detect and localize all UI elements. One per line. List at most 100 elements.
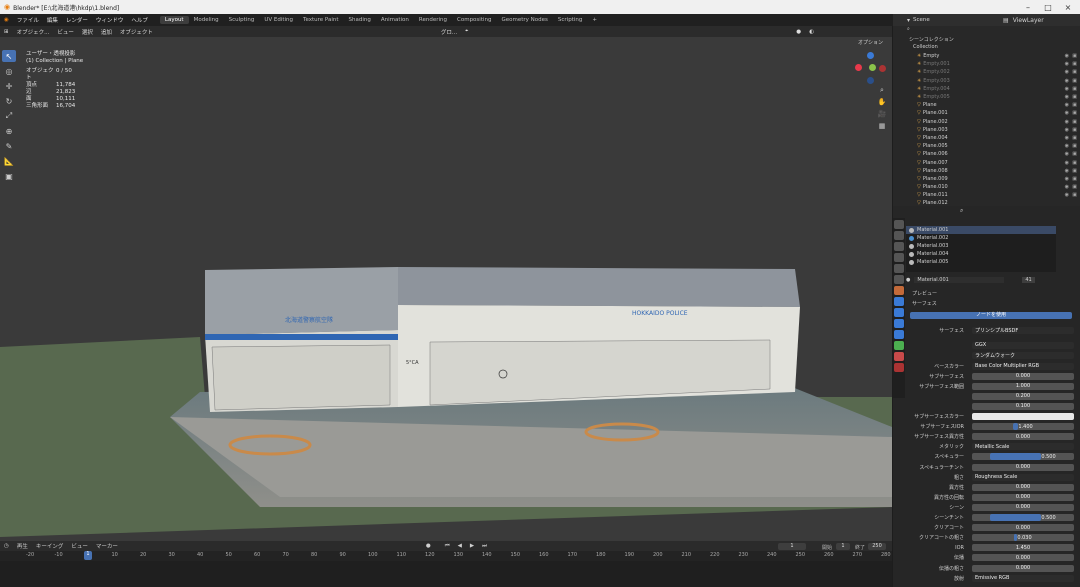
- list-item[interactable]: Material.003: [906, 242, 1056, 250]
- timeline-ruler[interactable]: -20 -10 10 20 30 40 50 60 70 80 90 100 110 120 130 140 1…: [0, 551, 892, 561]
- collection-row[interactable]: Collection: [913, 44, 938, 50]
- render-camera-icon[interactable]: ▣: [1072, 151, 1077, 157]
- close-icon[interactable]: ×: [1058, 0, 1078, 14]
- cursor-tool-icon[interactable]: ◎: [2, 65, 16, 77]
- snap-icon[interactable]: ⌖: [461, 28, 472, 35]
- value-slider[interactable]: 0.100: [972, 402, 1074, 410]
- tab-texture-paint[interactable]: Texture Paint: [298, 16, 344, 24]
- value-slider[interactable]: 1.400: [972, 423, 1074, 431]
- view-layer-tab-icon[interactable]: [894, 253, 904, 262]
- value-slider[interactable]: 0.000: [972, 524, 1074, 532]
- value-slider[interactable]: 0.000: [972, 433, 1074, 441]
- end-frame-field[interactable]: 250: [868, 543, 886, 550]
- physics-tab-icon[interactable]: [894, 319, 904, 328]
- add-workspace-button[interactable]: +: [587, 16, 602, 24]
- value-slider[interactable]: 1.450: [972, 544, 1074, 552]
- timeline-editor-icon[interactable]: ◷: [0, 543, 13, 549]
- render-camera-icon[interactable]: ▣: [1072, 184, 1077, 190]
- visibility-eye-icon[interactable]: ◉: [1065, 151, 1069, 157]
- pan-hand-icon[interactable]: ✋: [876, 98, 888, 110]
- jump-end-icon[interactable]: ⏭: [478, 543, 491, 550]
- material-slot-list[interactable]: Material.001 Material.002 Material.003 M…: [906, 226, 1056, 272]
- shading-solid-icon[interactable]: ●: [792, 29, 805, 35]
- render-camera-icon[interactable]: ▣: [1072, 110, 1077, 116]
- value-slider[interactable]: 0.000: [972, 564, 1074, 572]
- visibility-eye-icon[interactable]: ◉: [1065, 184, 1069, 190]
- visibility-eye-icon[interactable]: ◉: [1065, 160, 1069, 166]
- list-item[interactable]: Material.002: [906, 234, 1056, 242]
- value-slider[interactable]: 0.030: [972, 534, 1074, 542]
- visibility-eye-icon[interactable]: ◉: [1065, 176, 1069, 182]
- value-slider[interactable]: 0.000: [972, 503, 1074, 511]
- visibility-eye-icon[interactable]: ◉: [1065, 119, 1069, 125]
- value-slider[interactable]: 0.000: [972, 463, 1074, 471]
- visibility-eye-icon[interactable]: ◉: [1065, 94, 1069, 100]
- zoom-icon[interactable]: ⌕: [876, 86, 888, 98]
- camera-view-icon[interactable]: 🎥: [876, 110, 888, 122]
- list-item[interactable]: ▽ Plane.001 ◉ ▣: [893, 109, 1080, 117]
- list-item[interactable]: ✳ Empty.002 ◉ ▣: [893, 68, 1080, 76]
- options-dropdown[interactable]: オプション: [858, 39, 883, 46]
- gizmo-y-axis-icon[interactable]: [869, 64, 876, 71]
- minimize-icon[interactable]: –: [1018, 0, 1038, 14]
- material-user-count[interactable]: 41: [1022, 277, 1035, 283]
- distribution-select[interactable]: GGX: [972, 341, 1074, 349]
- gizmo-z-axis-icon[interactable]: [867, 52, 874, 59]
- list-item[interactable]: ✳ Empty.001 ◉ ▣: [893, 60, 1080, 68]
- list-item[interactable]: ✳ Empty ◉ ▣: [893, 52, 1080, 60]
- surface-shader-select[interactable]: プリンシプルBSDF: [972, 326, 1074, 334]
- render-camera-icon[interactable]: ▣: [1072, 78, 1077, 84]
- tab-animation[interactable]: Animation: [376, 16, 414, 24]
- menu-window[interactable]: ウィンドウ: [92, 16, 128, 24]
- tab-compositing[interactable]: Compositing: [452, 16, 496, 24]
- outliner-search-icon[interactable]: ⌕: [907, 26, 910, 32]
- use-nodes-button[interactable]: ノードを使用: [910, 312, 1072, 319]
- visibility-eye-icon[interactable]: ◉: [1065, 102, 1069, 108]
- list-item[interactable]: ▽ Plane.008 ◉ ▣: [893, 167, 1080, 175]
- render-camera-icon[interactable]: ▣: [1072, 102, 1077, 108]
- mode-select[interactable]: オブジェク...: [13, 28, 54, 36]
- list-item[interactable]: ▽ Plane.005 ◉ ▣: [893, 142, 1080, 150]
- tab-uv-editing[interactable]: UV Editing: [259, 16, 298, 24]
- surface-panel-header[interactable]: サーフェス: [912, 300, 937, 307]
- scene-tab-icon[interactable]: [894, 264, 904, 273]
- list-item[interactable]: ▽ Plane.006 ◉ ▣: [893, 150, 1080, 158]
- viewlayer-selector[interactable]: ViewLayer: [1013, 17, 1044, 24]
- visibility-eye-icon[interactable]: ◉: [1065, 61, 1069, 67]
- menu-render[interactable]: レンダー: [62, 16, 92, 24]
- menu-timeline-view[interactable]: ビュー: [67, 542, 92, 550]
- tab-shading[interactable]: Shading: [344, 16, 376, 24]
- render-camera-icon[interactable]: ▣: [1072, 176, 1077, 182]
- list-item[interactable]: ▽ Plane.007 ◉ ▣: [893, 158, 1080, 166]
- annotate-tool-icon[interactable]: ✎: [2, 140, 16, 152]
- list-item[interactable]: ✳ Empty.004 ◉ ▣: [893, 85, 1080, 93]
- visibility-eye-icon[interactable]: ◉: [1065, 168, 1069, 174]
- select-tool-icon[interactable]: ↖: [2, 50, 16, 62]
- visibility-eye-icon[interactable]: ◉: [1065, 135, 1069, 141]
- list-item[interactable]: ✳ Empty.005 ◉ ▣: [893, 93, 1080, 101]
- value-slider[interactable]: 0.000: [972, 372, 1074, 380]
- list-item[interactable]: Material.005: [906, 258, 1056, 266]
- value-slider[interactable]: 1.000: [972, 382, 1074, 390]
- list-item[interactable]: ▽ Plane ◉ ▣: [893, 101, 1080, 109]
- visibility-eye-icon[interactable]: ◉: [1065, 143, 1069, 149]
- tab-scripting[interactable]: Scripting: [553, 16, 587, 24]
- visibility-eye-icon[interactable]: ◉: [1065, 53, 1069, 59]
- move-tool-icon[interactable]: ✛: [2, 80, 16, 92]
- gizmo-x-axis-icon[interactable]: [855, 64, 862, 71]
- scale-tool-icon[interactable]: ⤢: [2, 110, 16, 122]
- render-camera-icon[interactable]: ▣: [1072, 135, 1077, 141]
- navigation-gizmo[interactable]: [850, 48, 890, 88]
- subsurface-method-select[interactable]: ランダムウォーク: [972, 351, 1074, 359]
- scene-selector[interactable]: Scene: [913, 17, 983, 23]
- render-camera-icon[interactable]: ▣: [1072, 160, 1077, 166]
- value-slider[interactable]: 0.500: [972, 453, 1074, 461]
- render-camera-icon[interactable]: ▣: [1072, 86, 1077, 92]
- list-item[interactable]: ▽ Plane.003 ◉ ▣: [893, 126, 1080, 134]
- linked-node-field[interactable]: Roughness Scale: [972, 473, 1074, 481]
- linked-node-field[interactable]: Base Color Multiplier RGB: [972, 362, 1074, 370]
- measure-tool-icon[interactable]: 📐: [2, 155, 16, 167]
- transform-tool-icon[interactable]: ⊕: [2, 125, 16, 137]
- particles-tab-icon[interactable]: [894, 308, 904, 317]
- tab-sculpting[interactable]: Sculpting: [224, 16, 260, 24]
